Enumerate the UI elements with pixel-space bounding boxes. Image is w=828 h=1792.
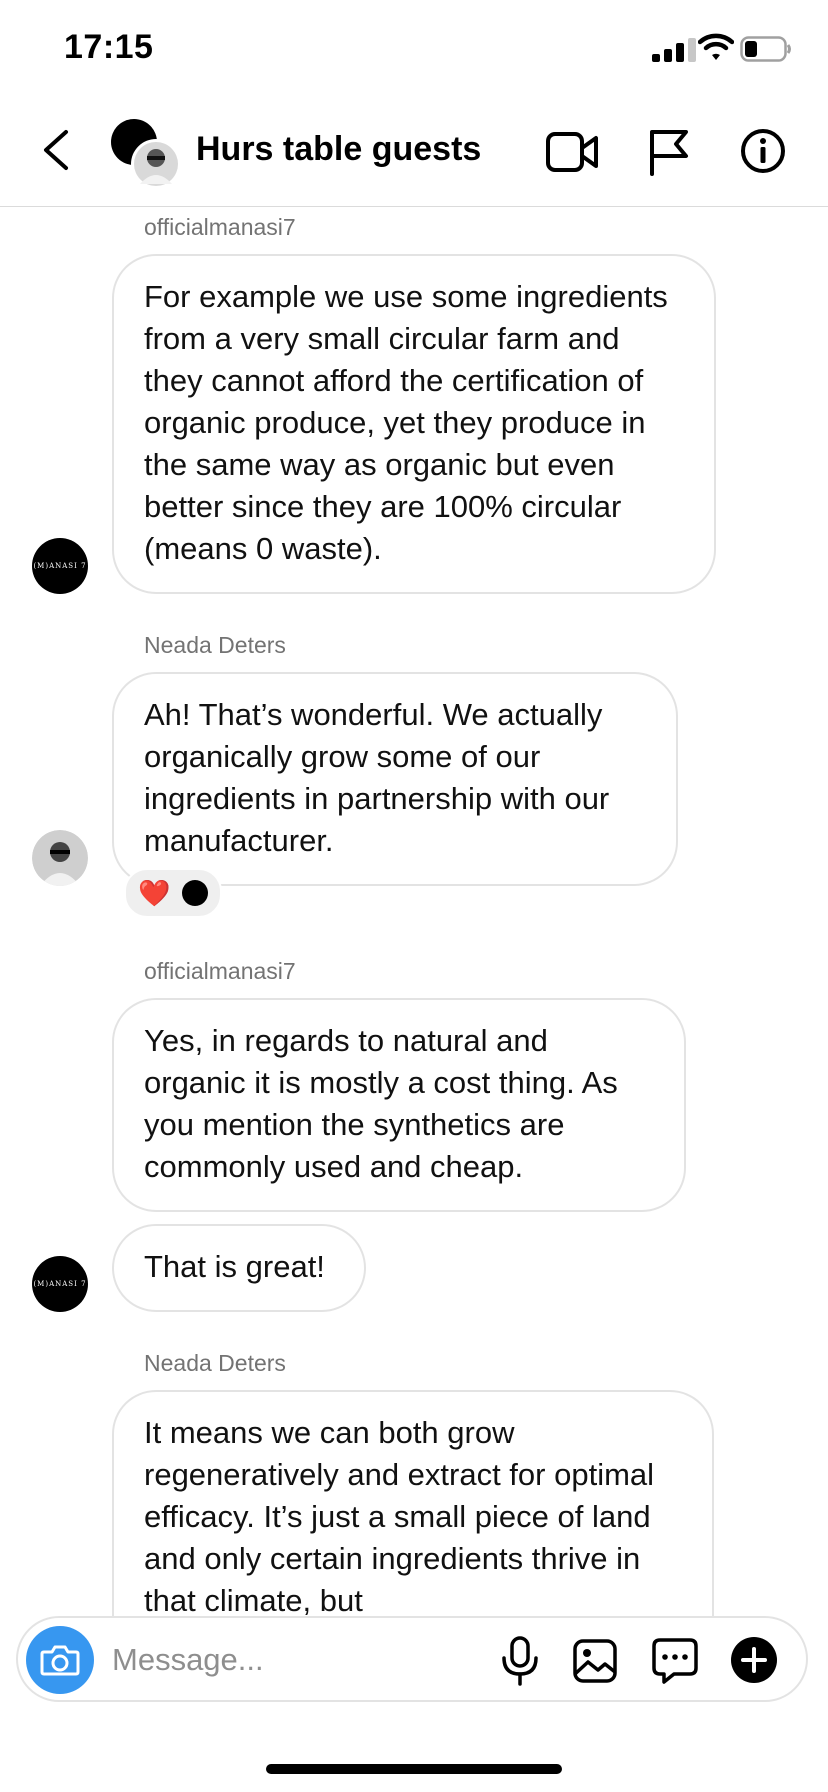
sender-name: Neada Deters: [144, 1350, 286, 1376]
heart-reaction-icon: ❤️: [138, 878, 171, 908]
avatar-logo-text: (M)ANASI 7: [33, 1280, 87, 1288]
back-icon[interactable]: [38, 128, 78, 172]
message-bubble[interactable]: Yes, in regards to natural and organic i…: [112, 998, 686, 1212]
camera-button[interactable]: [26, 1626, 94, 1694]
home-indicator[interactable]: [266, 1764, 562, 1774]
sender-avatar[interactable]: [32, 830, 88, 886]
reaction-badge[interactable]: ❤️: [124, 868, 222, 918]
sender-avatar[interactable]: (M)ANASI 7: [32, 538, 88, 594]
header-divider: [0, 206, 828, 207]
flag-icon[interactable]: [648, 128, 690, 176]
wifi-icon: [698, 33, 734, 60]
info-icon[interactable]: [740, 128, 786, 174]
message-bubble[interactable]: For example we use some ingredients from…: [112, 254, 716, 594]
message-bubble[interactable]: Ah! That’s wonderful. We actually organi…: [112, 672, 678, 886]
sender-name: officialmanasi7: [144, 214, 296, 240]
reactor-avatar: [182, 880, 208, 906]
video-call-icon[interactable]: [546, 130, 598, 174]
message-input[interactable]: [112, 1636, 472, 1684]
gallery-icon[interactable]: [572, 1638, 618, 1684]
plus-icon[interactable]: [730, 1636, 778, 1684]
sender-name: officialmanasi7: [144, 958, 296, 984]
chat-title[interactable]: Hurs table guests: [196, 130, 481, 169]
camera-icon: [40, 1645, 80, 1676]
avatar-logo-text: (M)ANASI 7: [33, 562, 87, 570]
group-avatar[interactable]: [110, 118, 182, 190]
sender-avatar[interactable]: (M)ANASI 7: [32, 1256, 88, 1312]
message-bubble[interactable]: That is great!: [112, 1224, 366, 1312]
battery-icon: [740, 36, 791, 62]
status-time: 17:15: [64, 28, 154, 66]
sender-name: Neada Deters: [144, 632, 286, 658]
microphone-icon[interactable]: [500, 1636, 540, 1686]
cellular-signal-icon: [652, 38, 696, 62]
sticker-icon[interactable]: [650, 1636, 700, 1686]
